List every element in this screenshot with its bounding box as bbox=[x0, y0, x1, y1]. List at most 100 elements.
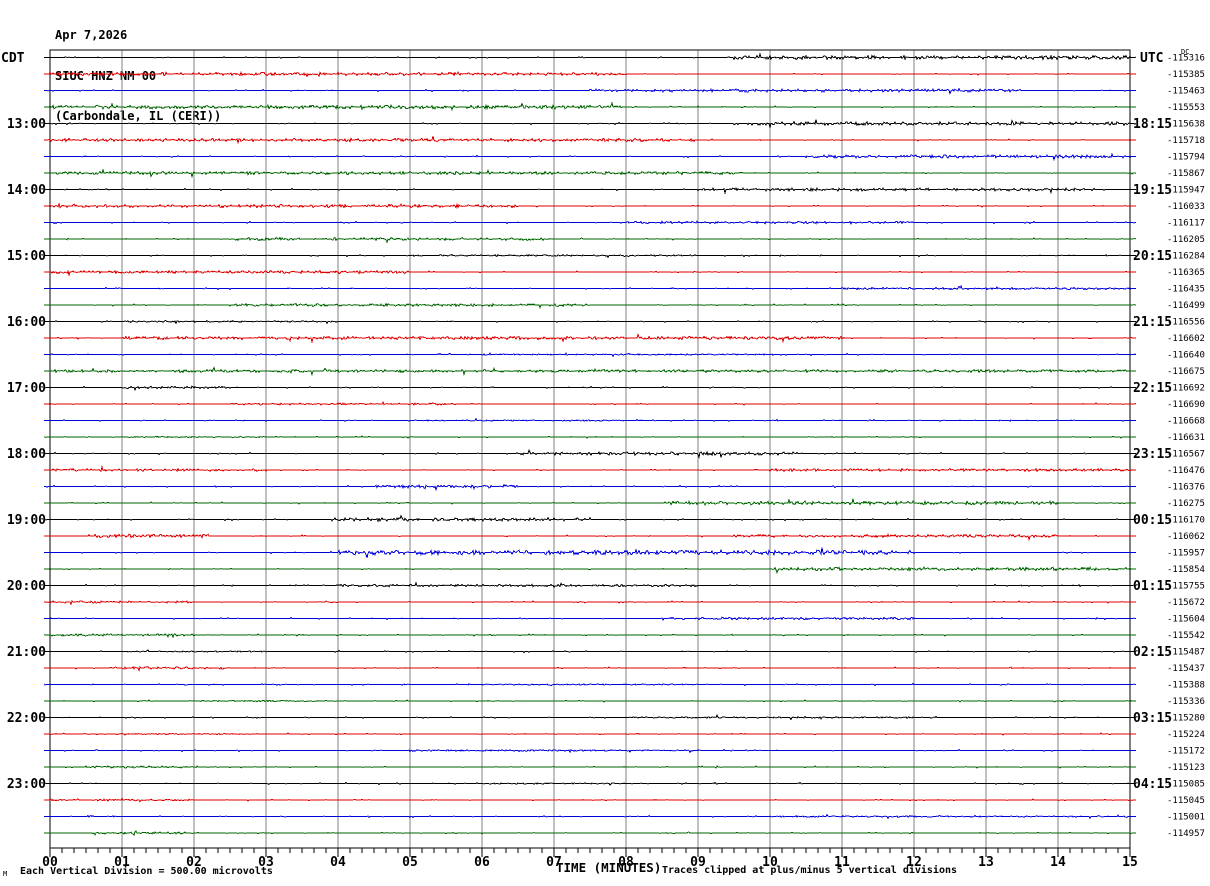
dc-offset-value: -115224 bbox=[1167, 730, 1205, 740]
trace-row-36 bbox=[44, 649, 1136, 654]
dc-column-label: DC bbox=[1181, 48, 1189, 56]
scale-note: Each Vertical Division = 500.00 microvol… bbox=[20, 865, 273, 877]
trace-row-24 bbox=[44, 448, 1136, 460]
cdt-hour-label: 17:00 bbox=[7, 381, 46, 396]
trace-row-44 bbox=[43, 781, 1136, 786]
trace-row-47 bbox=[44, 830, 1136, 837]
trace-row-14 bbox=[44, 284, 1136, 291]
dc-offset-value: -115172 bbox=[1167, 747, 1205, 757]
dc-offset-value: -115638 bbox=[1167, 120, 1205, 130]
trace-row-19 bbox=[44, 366, 1136, 377]
trace-row-21 bbox=[44, 400, 1137, 406]
trace-row-18 bbox=[44, 352, 1137, 358]
dc-offset-value: -116668 bbox=[1167, 417, 1205, 427]
dc-offset-value: -116556 bbox=[1167, 318, 1205, 328]
trace-row-30 bbox=[44, 547, 1136, 559]
trace-row-28 bbox=[44, 514, 1136, 523]
trace-row-25 bbox=[44, 465, 1136, 473]
x-tick-label: 04 bbox=[330, 855, 346, 870]
trace-row-8 bbox=[44, 186, 1136, 195]
dc-offset-value: -115755 bbox=[1167, 582, 1205, 592]
dc-offset-value: -115487 bbox=[1167, 648, 1205, 658]
trace-row-17 bbox=[44, 333, 1136, 344]
dc-offset-value: -114957 bbox=[1167, 829, 1205, 839]
cdt-hour-label: 18:00 bbox=[7, 447, 46, 462]
trace-row-13 bbox=[44, 269, 1136, 277]
dc-offset-value: -116476 bbox=[1167, 466, 1205, 476]
trace-row-39 bbox=[44, 699, 1136, 703]
cdt-hour-label: 21:00 bbox=[7, 645, 46, 660]
x-tick-label: 13 bbox=[978, 855, 994, 870]
dc-offset-value: -116567 bbox=[1167, 450, 1205, 460]
trace-row-40 bbox=[44, 714, 1136, 721]
dc-offset-value: -115553 bbox=[1167, 103, 1205, 113]
dc-offset-value: -116170 bbox=[1167, 516, 1205, 526]
dc-offset-value: -115001 bbox=[1167, 813, 1205, 823]
trace-row-6 bbox=[44, 152, 1136, 162]
trace-row-22 bbox=[44, 417, 1136, 423]
dc-offset-value: -115794 bbox=[1167, 153, 1205, 163]
cdt-hour-label: 22:00 bbox=[7, 711, 46, 726]
helicorder-page: Apr 7,2026 SIUC HNZ NM 00 (Carbondale, I… bbox=[0, 0, 1210, 886]
dc-offset-value: -115463 bbox=[1167, 87, 1205, 97]
plot-frame bbox=[49, 49, 1131, 849]
dc-offset-value: -116675 bbox=[1167, 367, 1205, 377]
dc-offset-value: -116062 bbox=[1167, 532, 1205, 542]
trace-row-10 bbox=[44, 220, 1136, 225]
trace-row-5 bbox=[43, 136, 1136, 144]
trace-row-33 bbox=[43, 600, 1136, 606]
dc-offset-value: -115123 bbox=[1167, 763, 1205, 773]
trace-row-3 bbox=[44, 101, 1136, 112]
dc-offset-value: -115957 bbox=[1167, 549, 1205, 559]
trace-row-37 bbox=[44, 665, 1136, 673]
dc-offset-value: -116631 bbox=[1167, 433, 1205, 443]
x-tick-label: 14 bbox=[1050, 855, 1066, 870]
dc-offset-value: -115388 bbox=[1167, 681, 1205, 691]
dc-offset-value: -115947 bbox=[1167, 186, 1205, 196]
cdt-hour-label: 14:00 bbox=[7, 183, 46, 198]
trace-row-16 bbox=[44, 319, 1136, 325]
dc-offset-value: -115085 bbox=[1167, 780, 1205, 790]
cdt-hour-label: 20:00 bbox=[7, 579, 46, 594]
trace-row-29 bbox=[44, 533, 1136, 542]
dc-offset-value: -116033 bbox=[1167, 202, 1205, 212]
trace-row-43 bbox=[44, 765, 1136, 769]
dc-offset-value: -116117 bbox=[1167, 219, 1205, 229]
dc-offset-value: -116640 bbox=[1167, 351, 1205, 361]
dc-offset-value: -115437 bbox=[1167, 664, 1205, 674]
dc-offset-value: -115672 bbox=[1167, 598, 1205, 608]
trace-row-45 bbox=[44, 797, 1136, 803]
trace-row-2 bbox=[44, 87, 1136, 95]
clip-note: Traces clipped at plus/minus 5 vertical … bbox=[662, 864, 957, 876]
trace-row-32 bbox=[44, 581, 1136, 589]
trace-row-26 bbox=[44, 483, 1136, 492]
dc-offset-value: -116275 bbox=[1167, 499, 1205, 509]
dc-offset-value: -116499 bbox=[1167, 301, 1205, 311]
right-timezone-label: UTC bbox=[1140, 51, 1163, 66]
trace-row-1 bbox=[44, 70, 1136, 78]
x-tick-label: 06 bbox=[474, 855, 490, 870]
dc-offset-value: -115385 bbox=[1167, 70, 1205, 80]
cdt-hour-label: 16:00 bbox=[7, 315, 46, 330]
dc-offset-value: -116205 bbox=[1167, 235, 1205, 245]
dc-offset-value: -115854 bbox=[1167, 565, 1205, 575]
trace-row-7 bbox=[44, 168, 1136, 179]
cdt-hour-label: 19:00 bbox=[7, 513, 46, 528]
dc-offset-value: -116284 bbox=[1167, 252, 1205, 262]
trace-row-20 bbox=[43, 385, 1136, 392]
trace-row-12 bbox=[44, 253, 1136, 259]
left-timezone-label: CDT bbox=[1, 51, 25, 66]
dc-offset-value: -115280 bbox=[1167, 714, 1205, 724]
trace-row-27 bbox=[44, 498, 1136, 507]
trace-row-31 bbox=[44, 566, 1136, 574]
trace-row-34 bbox=[44, 616, 1136, 621]
cdt-hour-label: 13:00 bbox=[7, 117, 46, 132]
trace-row-46 bbox=[44, 813, 1136, 820]
dc-offset-value: -115867 bbox=[1167, 169, 1205, 179]
dc-offset-value: -115542 bbox=[1167, 631, 1205, 641]
helicorder-plot: -115316-115385-115463-11555313:00 18:15-1… bbox=[1, 48, 1205, 878]
x-axis-title: TIME (MINUTES) bbox=[556, 860, 661, 875]
dc-offset-value: -116602 bbox=[1167, 334, 1205, 344]
x-tick-label: 15 bbox=[1122, 855, 1138, 870]
trace-row-41 bbox=[44, 732, 1136, 736]
